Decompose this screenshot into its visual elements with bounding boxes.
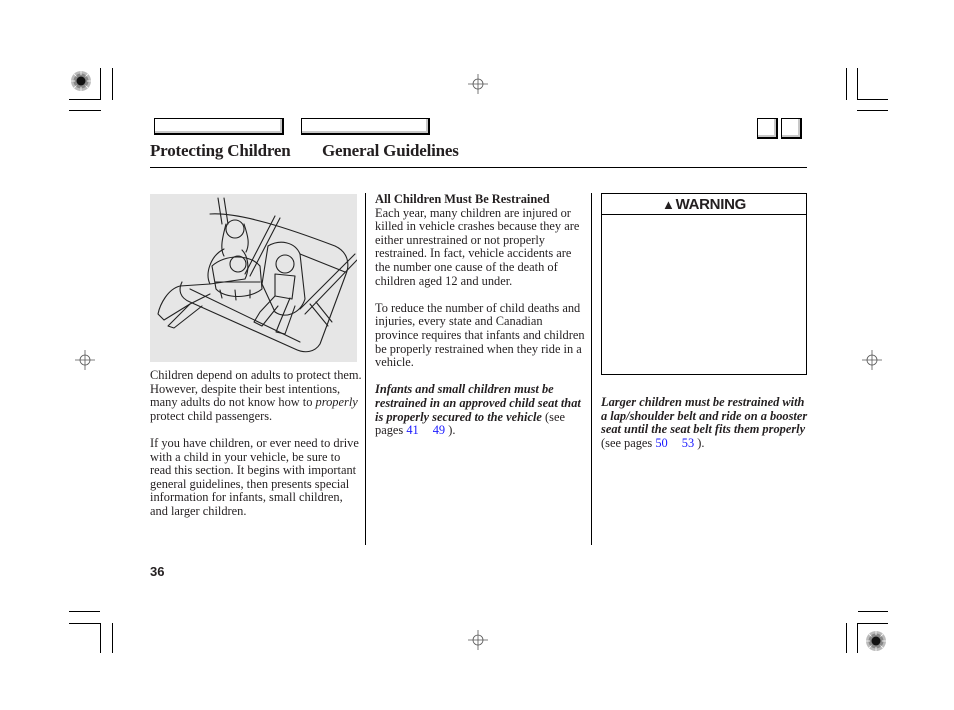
law-paragraph: To reduce the number of child deaths and… [375,300,585,370]
intro-paragraph: Children depend on adults to protect the… [150,368,362,423]
page-link-41[interactable]: 41 [406,423,418,437]
emphasis-text: properly [315,395,358,410]
crosshair-mark-icon [468,630,488,650]
infant-requirement-paragraph: Infants and small children must be restr… [375,382,587,438]
header-divider [150,167,807,168]
subsection-title: General Guidelines [322,141,459,160]
nav-button-index[interactable] [301,118,430,135]
warning-header: ▲ WARNING [602,194,806,215]
column-1-text: Children depend on adults to protect the… [150,368,362,532]
crosshair-mark-icon [468,74,488,94]
statistics-paragraph: Each year, many children are injured or … [375,205,580,288]
nav-button-main-menu[interactable] [154,118,284,135]
subsection-heading: All Children Must Be Restrained [375,192,550,206]
child-seat-illustration-drawing [157,197,358,353]
warning-box: ▲ WARNING [601,193,807,375]
section-overview-paragraph: If you have children, or ever need to dr… [150,435,359,518]
crosshair-mark-icon [862,350,882,370]
column-3-text: Larger children must be restrained with … [601,395,813,464]
page-link-49[interactable]: 49 [433,423,445,437]
page-link-50[interactable]: 50 [655,436,667,450]
crosshair-mark-icon [75,350,95,370]
column-divider [591,193,592,545]
text-span: ). [694,435,705,450]
text-span: ). [445,423,456,438]
registration-mark-icon [866,631,886,651]
registration-mark-icon [71,71,91,91]
warning-label: WARNING [675,195,747,213]
text-span: protect child passengers. [150,408,273,423]
larger-children-paragraph: Larger children must be restrained with … [601,395,813,450]
section-title: Protecting Children [150,141,291,160]
next-page-button[interactable] [781,118,802,139]
column-2-text: All Children Must Be Restrained Each yea… [375,192,587,451]
text-span: (see pages [601,435,656,450]
child-seat-illustration [150,194,358,362]
previous-page-button[interactable] [757,118,778,139]
requirement-text: Larger children must be restrained with … [601,395,808,437]
warning-triangle-icon: ▲ [662,196,675,212]
column-divider [365,193,366,545]
page-link-53[interactable]: 53 [682,436,694,450]
page-number: 36 [150,564,165,579]
